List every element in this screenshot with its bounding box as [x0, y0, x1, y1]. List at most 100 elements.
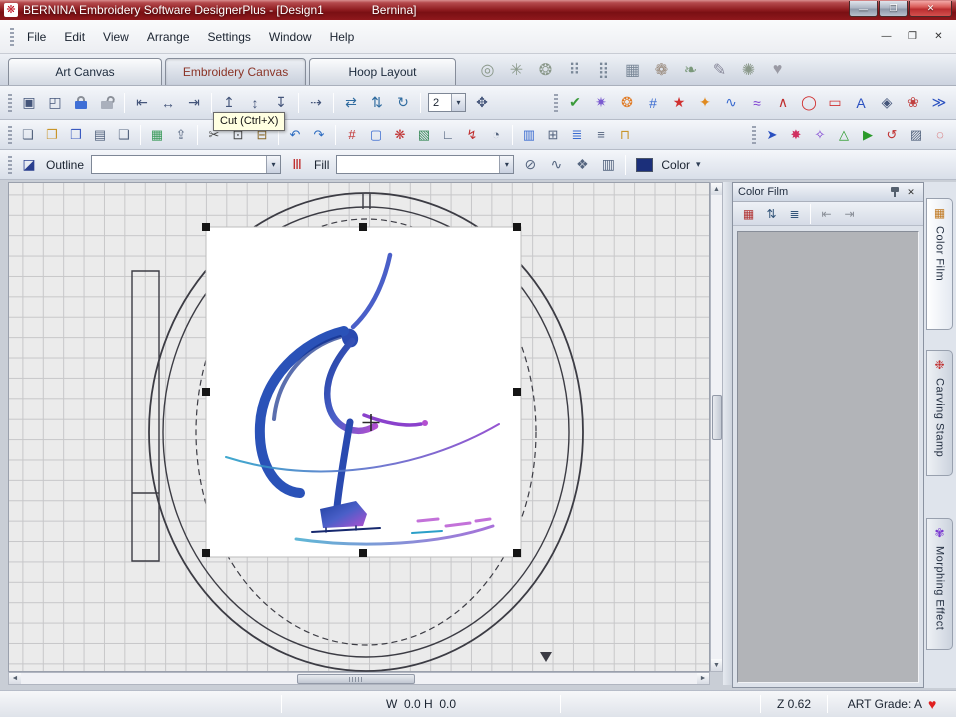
pan-transform-icon[interactable]: ✥ — [470, 91, 494, 115]
design-bounds[interactable] — [206, 227, 521, 557]
lock-icon[interactable] — [69, 91, 93, 115]
chevron-down-icon[interactable]: ▾ — [266, 156, 280, 173]
color-picker-icon[interactable]: ✧ — [809, 124, 831, 146]
chevron-down-icon[interactable]: ▾ — [499, 156, 513, 173]
overview-window-icon[interactable]: ⊞ — [542, 124, 564, 146]
mirror-merge-icon[interactable]: ↺ — [881, 124, 903, 146]
forward-icon[interactable]: ⇥ — [839, 204, 860, 223]
horizontal-scroll-thumb[interactable] — [297, 674, 415, 684]
reshape-object-icon[interactable]: △ — [833, 124, 855, 146]
no-fill-icon[interactable]: ⊘ — [518, 153, 542, 177]
portfolio-icon[interactable]: ⊓ — [614, 124, 636, 146]
open-design-icon[interactable]: ❐ — [41, 124, 63, 146]
align-bottom-icon[interactable]: ↧ — [269, 91, 293, 115]
wreath-icon[interactable]: ◌ — [929, 124, 951, 146]
star-fill-icon[interactable]: ★ — [667, 91, 691, 115]
menu-window[interactable]: Window — [260, 27, 321, 47]
menu-arrange[interactable]: Arrange — [138, 27, 199, 47]
scroll-right-button[interactable]: ► — [697, 673, 709, 684]
show-hoop-icon[interactable]: ▢ — [365, 124, 387, 146]
selection-handle[interactable] — [513, 549, 521, 557]
color-film-toggle-icon[interactable]: ▥ — [518, 124, 540, 146]
selection-handle[interactable] — [513, 388, 521, 396]
scroll-up-button[interactable]: ▲ — [711, 183, 722, 195]
show-pictures-icon[interactable]: ▧ — [413, 124, 435, 146]
carving-stamp-tab-icon[interactable]: ❉ — [931, 356, 949, 374]
magic-wand-icon[interactable]: ✷ — [589, 91, 613, 115]
stitch-count-icon[interactable]: ◔ — [485, 124, 507, 146]
design-properties-icon[interactable]: ≡ — [590, 124, 612, 146]
dot-grid-motif-icon[interactable]: ⠿ — [561, 57, 588, 83]
effects-icon[interactable]: ❖ — [570, 153, 594, 177]
sequence-list-icon[interactable]: ≣ — [784, 204, 805, 223]
color-label[interactable]: Color — [661, 158, 690, 172]
show-stitches-icon[interactable]: ↯ — [461, 124, 483, 146]
align-right-icon[interactable]: ⇥ — [182, 91, 206, 115]
panel-close-icon[interactable]: ✕ — [904, 185, 918, 199]
color-film-grid-icon[interactable]: ▦ — [738, 204, 759, 223]
ungroup-icon[interactable]: ◰ — [43, 91, 67, 115]
tab-hoop-layout[interactable]: Hoop Layout — [309, 58, 456, 85]
knot-motif-icon[interactable]: ✳ — [503, 57, 530, 83]
close-button[interactable]: ✕ — [909, 1, 952, 17]
needle-motif-icon[interactable]: ✎ — [706, 57, 733, 83]
tab-carving-stamp[interactable]: ❉ Carving Stamp — [926, 350, 953, 476]
unlock-icon[interactable] — [95, 91, 119, 115]
grid-block-motif-icon[interactable]: ▦ — [619, 57, 646, 83]
medallion-motif-icon[interactable]: ❂ — [532, 57, 559, 83]
contour-fill-icon[interactable]: ≈ — [745, 91, 769, 115]
color-film-list[interactable] — [737, 231, 919, 683]
tab-color-film[interactable]: ▦ Color Film — [926, 198, 953, 330]
back-icon[interactable]: ⇤ — [816, 204, 837, 223]
ripple-fill-icon[interactable]: ∿ — [719, 91, 743, 115]
dot-block-motif-icon[interactable]: ⣿ — [590, 57, 617, 83]
monogram-icon[interactable]: ◈ — [875, 91, 899, 115]
horizontal-scrollbar[interactable]: ◄ ► — [8, 672, 710, 685]
mirror-vertical-icon[interactable]: ⇅ — [365, 91, 389, 115]
align-left-icon[interactable]: ⇤ — [130, 91, 154, 115]
burst-motif-icon[interactable]: ✺ — [735, 57, 762, 83]
space-evenly-icon[interactable]: ⇢ — [304, 91, 328, 115]
selection-handle[interactable] — [513, 223, 521, 231]
interlock-motif-icon[interactable]: ◎ — [474, 57, 501, 83]
child-close-button[interactable]: ✕ — [927, 28, 950, 45]
lattice-icon[interactable]: # — [641, 91, 665, 115]
leaf-motif-icon[interactable]: ❧ — [677, 57, 704, 83]
redo-icon[interactable]: ↷ — [308, 124, 330, 146]
selection-handle[interactable] — [202, 388, 210, 396]
fill-combo[interactable]: ▾ — [336, 155, 514, 174]
show-artwork-icon[interactable]: ❋ — [389, 124, 411, 146]
selection-handle[interactable] — [202, 549, 210, 557]
current-color-swatch[interactable] — [636, 158, 653, 172]
resequence-icon[interactable]: ⇅ — [761, 204, 782, 223]
rotate-steps-combo[interactable]: 2 ▾ — [428, 93, 466, 112]
save-design-icon[interactable]: ❒ — [65, 124, 87, 146]
stitch-player-icon[interactable]: ▶ — [857, 124, 879, 146]
child-restore-button[interactable]: ❐ — [901, 28, 924, 45]
undo-icon[interactable]: ↶ — [284, 124, 306, 146]
menu-edit[interactable]: Edit — [55, 27, 94, 47]
chevron-down-icon[interactable]: ▾ — [451, 94, 465, 111]
minimize-button[interactable]: — — [849, 1, 878, 17]
color-film-tab-icon[interactable]: ▦ — [931, 204, 949, 222]
morphing-effect-tab-icon[interactable]: ✾ — [931, 524, 949, 542]
panel-splitter[interactable] — [723, 182, 732, 685]
new-design-icon[interactable]: ❏ — [17, 124, 39, 146]
photosnap-icon[interactable]: ❀ — [901, 91, 925, 115]
menu-file[interactable]: File — [18, 27, 55, 47]
pin-icon[interactable] — [888, 185, 902, 199]
ellipse-tool-icon[interactable]: ◯ — [797, 91, 821, 115]
scroll-down-button[interactable]: ▼ — [711, 659, 722, 671]
menu-help[interactable]: Help — [321, 27, 364, 47]
align-center-icon[interactable]: ↔ — [156, 91, 180, 115]
rectangle-tool-icon[interactable]: ▭ — [823, 91, 847, 115]
auto-digitize-icon[interactable]: ✔ — [563, 91, 587, 115]
selection-handle[interactable] — [202, 223, 210, 231]
rotate-icon[interactable]: ↻ — [391, 91, 415, 115]
group-icon[interactable]: ▣ — [17, 91, 41, 115]
mirror-horizontal-icon[interactable]: ⇄ — [339, 91, 363, 115]
menu-view[interactable]: View — [94, 27, 138, 47]
texture-icon[interactable]: ▥ — [596, 153, 620, 177]
wave-fill-icon[interactable]: ✦ — [693, 91, 717, 115]
stitch-angle-icon[interactable]: ∿ — [544, 153, 568, 177]
